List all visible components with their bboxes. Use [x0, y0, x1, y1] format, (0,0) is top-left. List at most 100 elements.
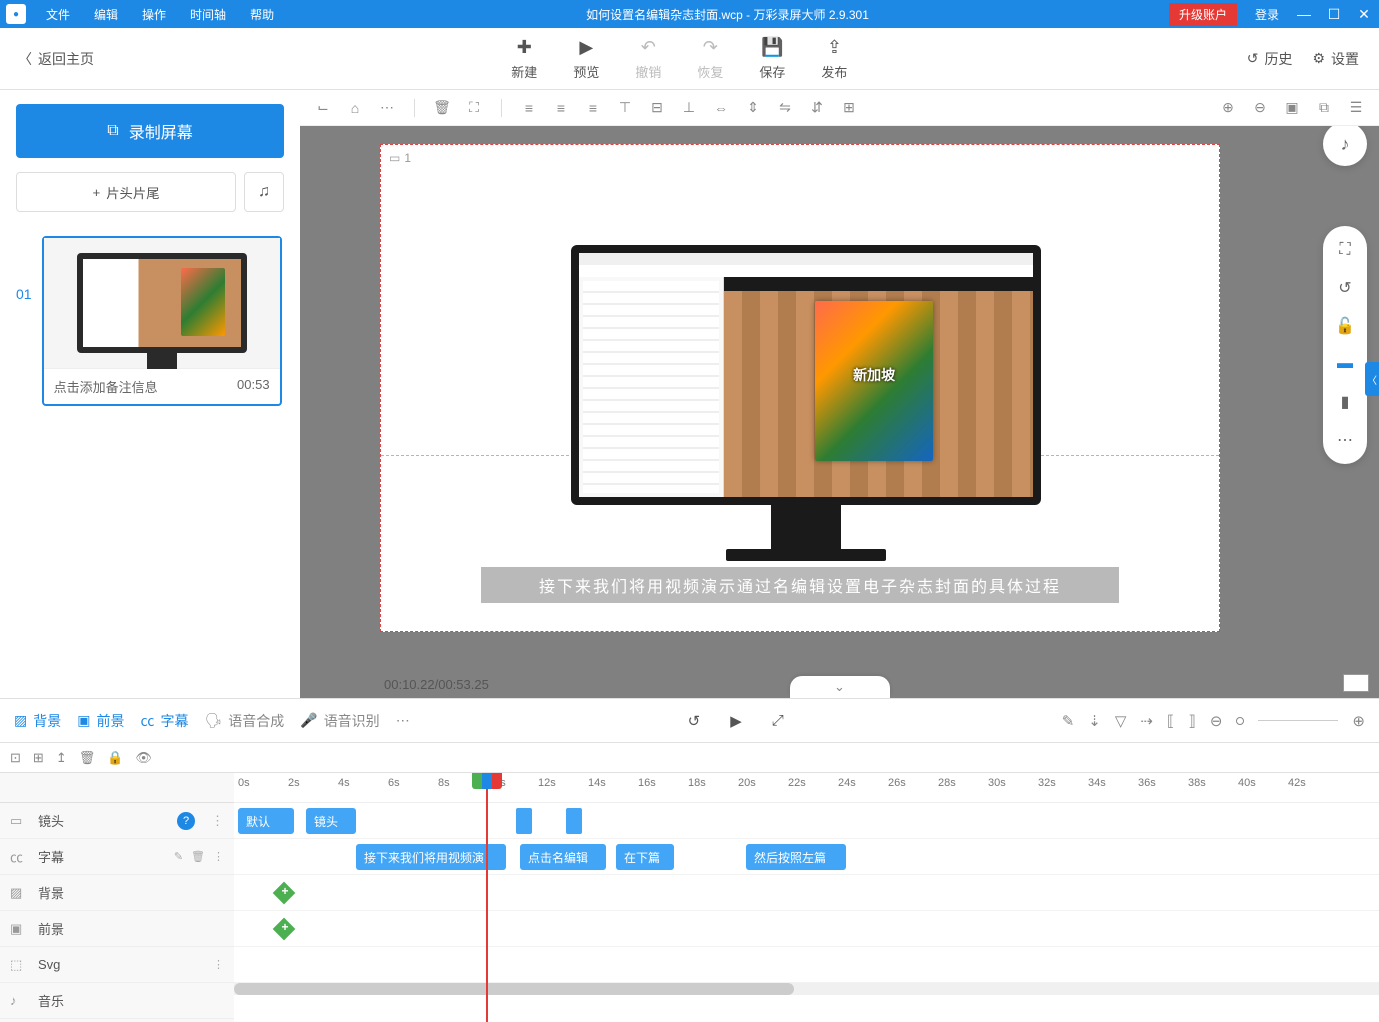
crop-icon[interactable]: ⛶ — [465, 99, 483, 117]
zoom-out-icon[interactable]: ⊖ — [1251, 99, 1269, 117]
time-ruler[interactable]: 0s2s4s6s8s10s12s14s16s18s20s22s24s26s28s… — [234, 773, 1379, 803]
track-background[interactable]: ▨背景 — [0, 875, 234, 911]
menu-timeline[interactable]: 时间轴 — [178, 6, 238, 23]
add-track-icon[interactable]: ⊡ — [10, 750, 21, 766]
align-right-icon[interactable]: ≡ — [584, 99, 602, 117]
playhead[interactable] — [486, 773, 488, 1022]
camera-track-row[interactable]: 默认 镜头 — [234, 803, 1379, 839]
scrollbar-thumb[interactable] — [234, 983, 794, 995]
tab-background[interactable]: ▨背景 — [14, 711, 61, 731]
track-subtitle[interactable]: ㏄字幕✎🗑⋮ — [0, 839, 234, 875]
delete-track-icon[interactable]: 🗑 — [79, 750, 96, 766]
canvas-stage[interactable]: ▭1 接下来我们将用视频演示通过名编辑设置电子杂志封面的具体过程 — [380, 144, 1220, 632]
canvas-viewport[interactable]: ▭1 接下来我们将用视频演示通过名编辑设置电子杂志封面的具体过程 ♪ ⛶ — [300, 126, 1379, 698]
playhead-handle[interactable] — [472, 772, 502, 789]
clip-sub4[interactable]: 然后按照左篇 — [746, 844, 846, 870]
maximize-button[interactable]: ☐ — [1319, 6, 1349, 23]
bracket-left-icon[interactable]: ⟦ — [1167, 712, 1174, 730]
track-audio[interactable]: ♪音乐 — [0, 983, 234, 1019]
rewind-icon[interactable]: ↺ — [688, 712, 701, 730]
publish-button[interactable]: ⇪发布 — [821, 37, 847, 81]
track-camera[interactable]: ▭镜头?⋮ — [0, 803, 234, 839]
scene-thumbnail[interactable] — [44, 238, 280, 368]
clip-sub2[interactable]: 点击名编辑 — [520, 844, 606, 870]
zoom-in-icon[interactable]: ⊕ — [1219, 99, 1237, 117]
align-center-icon[interactable]: ≡ — [552, 99, 570, 117]
edit-icon[interactable]: ✎ — [1062, 712, 1075, 730]
fullscreen-icon[interactable]: ⛶ — [1335, 240, 1355, 260]
reset-icon[interactable]: ↺ — [1335, 278, 1355, 298]
menu-action[interactable]: 操作 — [130, 6, 178, 23]
edge-expand-tab[interactable]: 〈 — [1365, 362, 1379, 396]
menu-help[interactable]: 帮助 — [238, 6, 286, 23]
distribute-v-icon[interactable]: ⇕ — [744, 99, 762, 117]
fg-track-row[interactable] — [234, 911, 1379, 947]
collapse-canvas-button[interactable]: ⌄ — [790, 676, 890, 698]
upgrade-button[interactable]: 升级账户 — [1169, 3, 1237, 26]
lock-track-icon[interactable]: 🔒 — [107, 750, 123, 766]
tab-more[interactable]: ⋯ — [396, 712, 410, 729]
clip-sub1[interactable]: 接下来我们将用视频演 — [356, 844, 506, 870]
desktop-view-icon[interactable]: ▬ — [1335, 354, 1355, 374]
subtitle-track-row[interactable]: 接下来我们将用视频演 点击名编辑 在下篇 然后按照左篇 — [234, 839, 1379, 875]
flip-h-icon[interactable]: ⇋ — [776, 99, 794, 117]
align-bottom2-icon[interactable]: ⊥ — [680, 99, 698, 117]
save-button[interactable]: 💾保存 — [759, 37, 785, 81]
menu-edit[interactable]: 编辑 — [82, 6, 130, 23]
zoom-track[interactable] — [1258, 720, 1338, 721]
group-icon[interactable]: ⊞ — [840, 99, 858, 117]
scene-item[interactable]: 01 点击添加备注信息 00:53 — [16, 236, 284, 406]
marker-icon[interactable]: ⇣ — [1088, 712, 1101, 730]
back-home-button[interactable]: 〈 返回主页 — [0, 49, 112, 69]
zoom-out-tl-icon[interactable]: ⊖ — [1210, 712, 1223, 730]
filter-icon[interactable]: ▽ — [1115, 712, 1127, 730]
music-button[interactable]: ♫ — [244, 172, 284, 212]
zoom-slider[interactable] — [1236, 717, 1244, 725]
bg-track-row[interactable] — [234, 875, 1379, 911]
clip-camera[interactable]: 镜头 — [306, 808, 356, 834]
fit-icon[interactable]: ▣ — [1283, 99, 1301, 117]
link-icon[interactable]: ⇢ — [1140, 712, 1153, 730]
clip-marker[interactable] — [566, 808, 582, 834]
unlock-icon[interactable]: 🔓 — [1335, 316, 1355, 336]
visibility-icon[interactable]: 👁 — [135, 750, 152, 766]
del-sub-icon[interactable]: 🗑 — [191, 850, 205, 863]
edit-sub-icon[interactable]: ✎ — [174, 850, 183, 863]
add-bg-button[interactable] — [273, 882, 296, 905]
settings-button[interactable]: ⚙设置 — [1312, 49, 1359, 69]
tab-foreground[interactable]: ▣前景 — [77, 711, 124, 731]
clip-sub3[interactable]: 在下篇 — [616, 844, 674, 870]
more-tools-icon[interactable]: ⋯ — [1335, 430, 1355, 450]
record-screen-button[interactable]: ⧉ 录制屏幕 — [16, 104, 284, 158]
new-button[interactable]: ✚新建 — [511, 37, 537, 81]
align-top-icon[interactable]: ⊤ — [616, 99, 634, 117]
login-button[interactable]: 登录 — [1245, 6, 1289, 23]
align-middle-icon[interactable]: ⊟ — [648, 99, 666, 117]
tab-asr[interactable]: 🎤语音识别 — [300, 711, 379, 731]
timeline-scrollbar[interactable] — [234, 983, 1379, 995]
tab-subtitle[interactable]: ㏄字幕 — [140, 711, 188, 731]
scene-note[interactable]: 点击添加备注信息 — [54, 377, 158, 396]
menu-file[interactable]: 文件 — [34, 6, 82, 23]
preview-button[interactable]: ▶预览 — [573, 37, 599, 81]
distribute-h-icon[interactable]: ⇔ — [712, 99, 730, 117]
zoom-in-tl-icon[interactable]: ⊕ — [1352, 712, 1365, 730]
play-timeline-icon[interactable]: ▶ — [730, 712, 742, 730]
clip-marker[interactable] — [516, 808, 532, 834]
expand-icon[interactable]: ⤢ — [772, 712, 784, 730]
track-svg[interactable]: ⬚Svg⋮ — [0, 947, 234, 983]
mobile-view-icon[interactable]: ▮ — [1335, 392, 1355, 412]
tracks-area[interactable]: 0s2s4s6s8s10s12s14s16s18s20s22s24s26s28s… — [234, 773, 1379, 1022]
close-button[interactable]: ✕ — [1349, 6, 1379, 23]
track-foreground[interactable]: ▣前景 — [0, 911, 234, 947]
audio-float-button[interactable]: ♪ — [1323, 126, 1367, 166]
mini-preview[interactable] — [1343, 674, 1369, 692]
history-button[interactable]: ↺历史 — [1247, 49, 1293, 69]
add-fg-button[interactable] — [273, 918, 296, 941]
align-bottom-icon[interactable]: ⌙ — [314, 99, 332, 117]
clip-default[interactable]: 默认 — [238, 808, 294, 834]
tab-tts[interactable]: 🗣语音合成 — [204, 711, 284, 731]
home-icon[interactable]: ⌂ — [346, 99, 364, 117]
svg-track-row[interactable] — [234, 947, 1379, 983]
bracket-right-icon[interactable]: ⟧ — [1188, 712, 1195, 730]
